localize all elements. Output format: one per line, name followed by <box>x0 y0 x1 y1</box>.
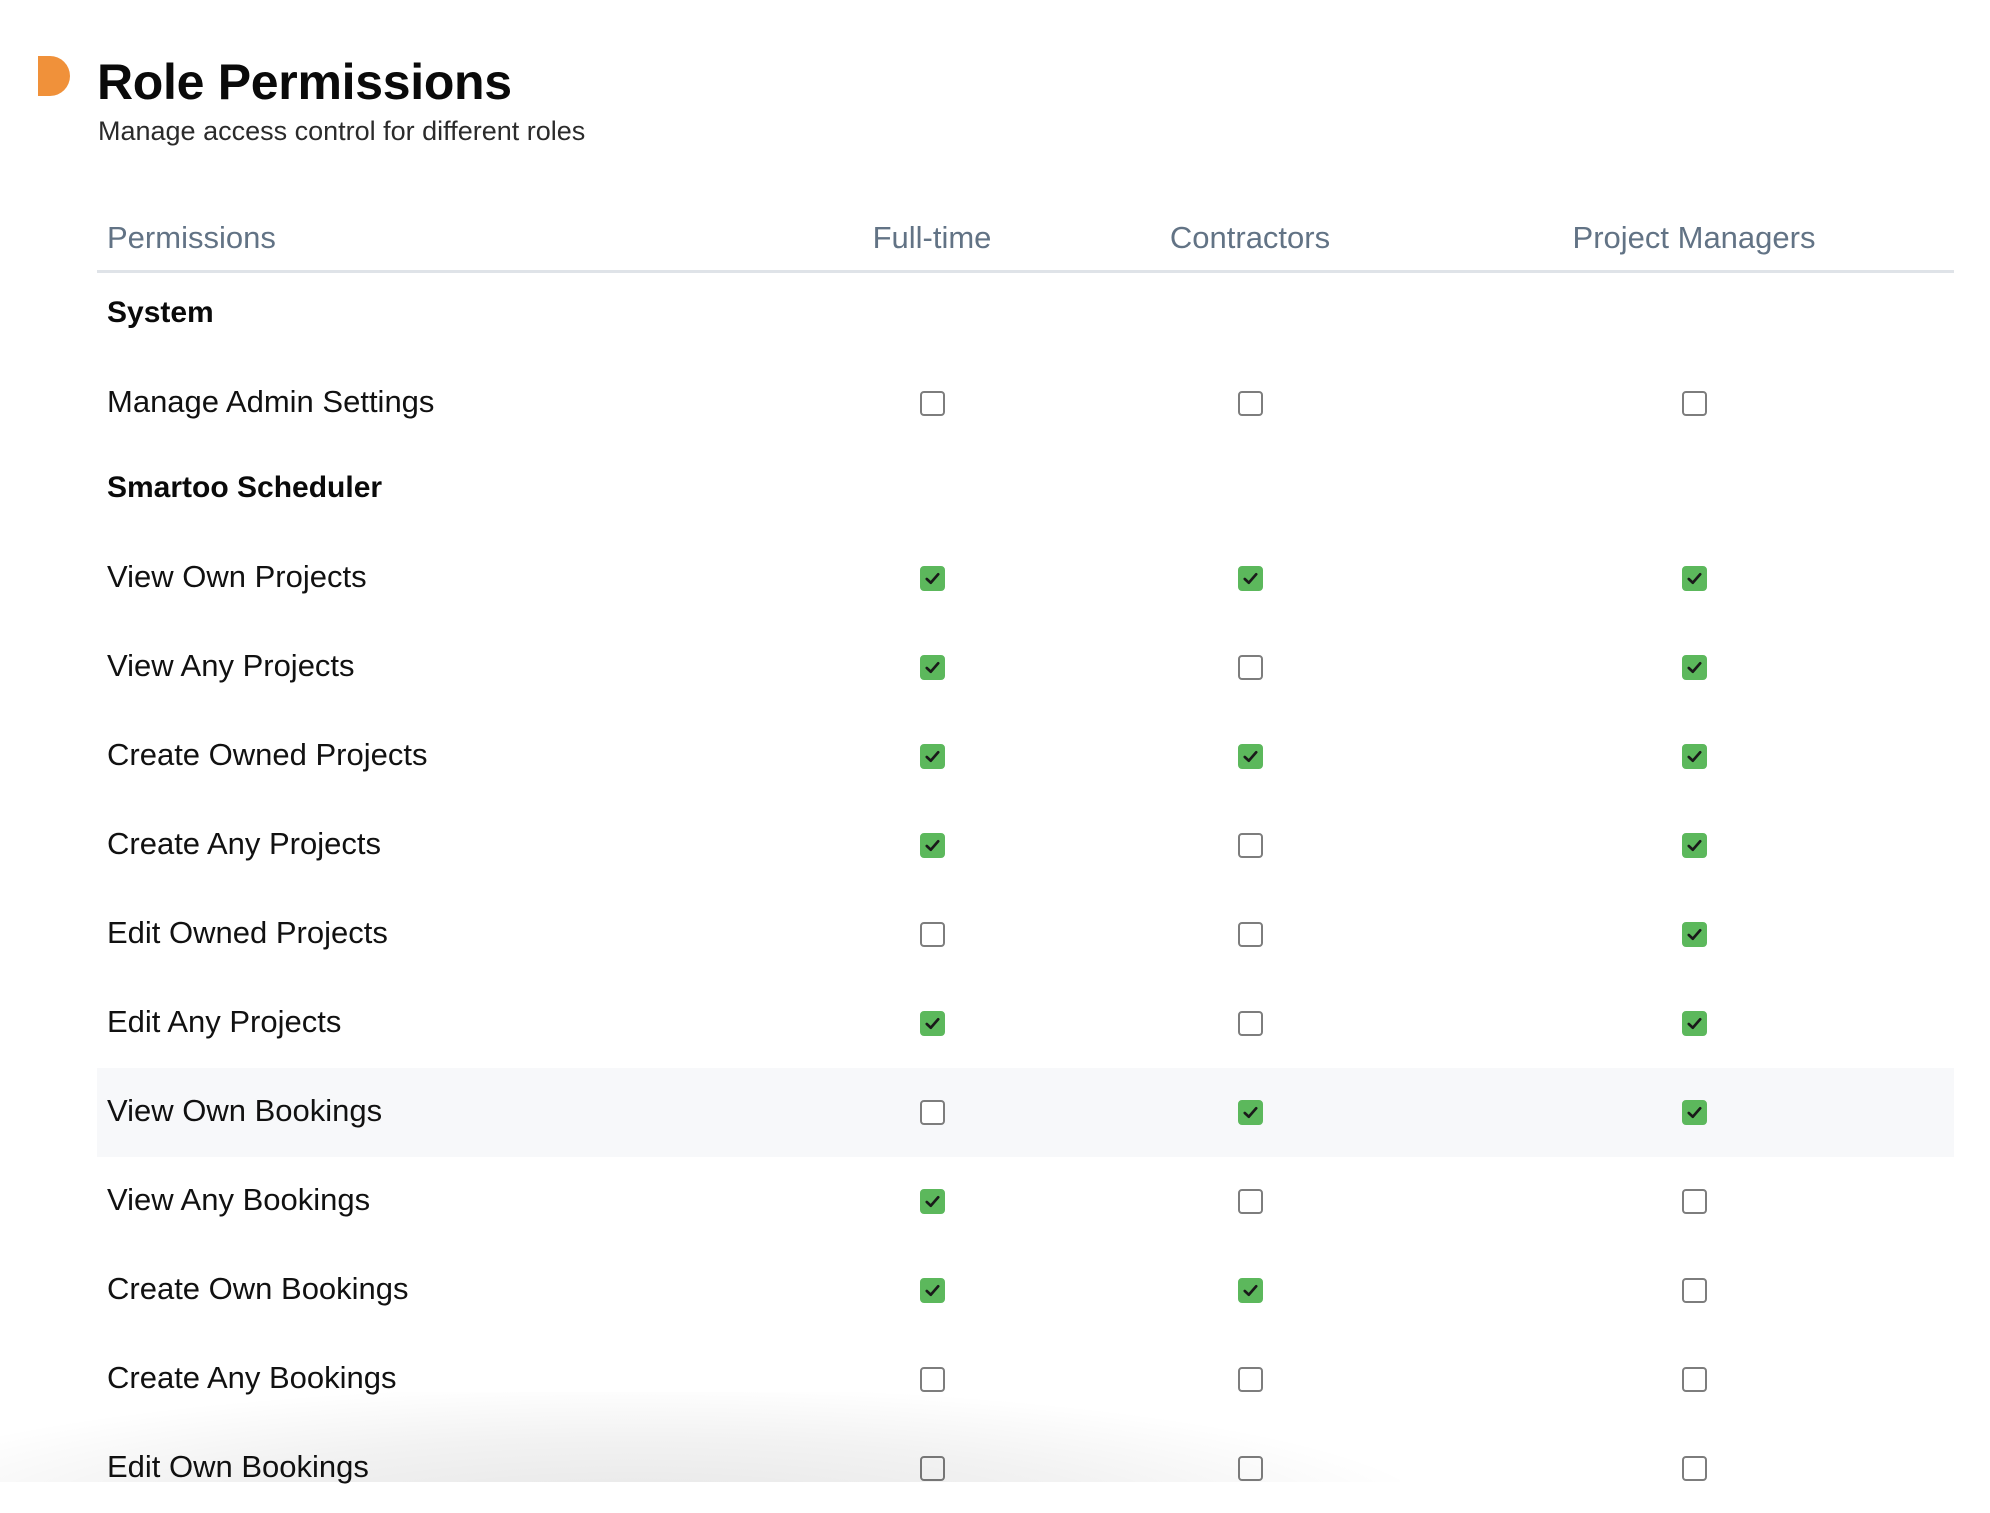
checkbox-project-managers[interactable] <box>1682 1011 1707 1036</box>
checkbox-project-managers[interactable] <box>1682 1278 1707 1303</box>
permission-label: Create Own Bookings <box>107 1271 409 1306</box>
checkbox-contractors[interactable] <box>1238 1189 1263 1214</box>
section-label: System <box>107 296 214 329</box>
check-icon <box>1243 750 1258 763</box>
check-icon <box>1687 1017 1702 1030</box>
column-header-full-time: Full-time <box>872 220 992 255</box>
checkbox-project-managers[interactable] <box>1682 833 1707 858</box>
checkbox-contractors[interactable] <box>1238 1456 1263 1481</box>
checkbox-project-managers[interactable] <box>1682 566 1707 591</box>
checkbox-contractors[interactable] <box>1238 744 1263 769</box>
check-icon <box>1687 572 1702 585</box>
column-header-permissions: Permissions <box>107 220 276 255</box>
checkbox-contractors[interactable] <box>1238 1367 1263 1392</box>
checkbox-full-time[interactable] <box>920 391 945 416</box>
checkbox-contractors[interactable] <box>1238 1011 1263 1036</box>
check-icon <box>1687 928 1702 941</box>
checkbox-contractors[interactable] <box>1238 922 1263 947</box>
section-row-smartoo-scheduler: Smartoo Scheduler <box>97 448 1954 534</box>
table-row: View Own Projects <box>97 534 1954 623</box>
checkbox-project-managers[interactable] <box>1682 1456 1707 1481</box>
checkbox-full-time[interactable] <box>920 922 945 947</box>
check-icon <box>1687 750 1702 763</box>
table-row: Manage Admin Settings <box>97 359 1954 448</box>
check-icon <box>925 1017 940 1030</box>
permission-label: Create Any Projects <box>107 826 381 861</box>
checkbox-contractors[interactable] <box>1238 1100 1263 1125</box>
permission-label: Create Any Bookings <box>107 1360 397 1395</box>
table-row: Create Any Bookings <box>97 1335 1954 1424</box>
table-row: View Any Projects <box>97 623 1954 712</box>
checkbox-project-managers[interactable] <box>1682 744 1707 769</box>
permission-label: Edit Owned Projects <box>107 915 388 950</box>
checkbox-full-time[interactable] <box>920 1367 945 1392</box>
table-row: Edit Own Bookings <box>97 1424 1954 1513</box>
checkbox-contractors[interactable] <box>1238 655 1263 680</box>
brand-accent-icon <box>38 56 70 96</box>
permission-label: View Any Projects <box>107 648 355 683</box>
checkbox-full-time[interactable] <box>920 1278 945 1303</box>
check-icon <box>1243 1284 1258 1297</box>
checkbox-full-time[interactable] <box>920 1011 945 1036</box>
checkbox-contractors[interactable] <box>1238 391 1263 416</box>
check-icon <box>925 750 940 763</box>
table-row: Create Owned Projects <box>97 712 1954 801</box>
column-header-project-managers: Project Managers <box>1572 220 1816 255</box>
checkbox-contractors[interactable] <box>1238 566 1263 591</box>
checkbox-full-time[interactable] <box>920 1189 945 1214</box>
permissions-table: Permissions Full-time Contractors Projec… <box>97 206 1954 1513</box>
check-icon <box>925 1195 940 1208</box>
checkbox-full-time[interactable] <box>920 744 945 769</box>
checkbox-full-time[interactable] <box>920 1100 945 1125</box>
permission-label: View Any Bookings <box>107 1182 371 1217</box>
checkbox-project-managers[interactable] <box>1682 391 1707 416</box>
table-row: View Own Bookings <box>97 1068 1954 1157</box>
checkbox-project-managers[interactable] <box>1682 922 1707 947</box>
checkbox-full-time[interactable] <box>920 566 945 591</box>
check-icon <box>1687 1106 1702 1119</box>
checkbox-contractors[interactable] <box>1238 1278 1263 1303</box>
page-subtitle: Manage access control for different role… <box>98 116 586 146</box>
column-header-contractors: Contractors <box>1169 220 1331 255</box>
permission-label: View Own Bookings <box>107 1093 383 1128</box>
table-row: Create Own Bookings <box>97 1246 1954 1335</box>
checkbox-project-managers[interactable] <box>1682 1189 1707 1214</box>
table-row: Edit Any Projects <box>97 979 1954 1068</box>
check-icon <box>1243 1106 1258 1119</box>
checkbox-project-managers[interactable] <box>1682 1100 1707 1125</box>
table-row: Edit Owned Projects <box>97 890 1954 979</box>
check-icon <box>925 661 940 674</box>
check-icon <box>925 572 940 585</box>
check-icon <box>925 1284 940 1297</box>
check-icon <box>1687 839 1702 852</box>
checkbox-full-time[interactable] <box>920 655 945 680</box>
checkbox-contractors[interactable] <box>1238 833 1263 858</box>
page-title: Role Permissions <box>97 54 512 110</box>
table-row: Create Any Projects <box>97 801 1954 890</box>
permission-label: View Own Projects <box>107 559 367 594</box>
checkbox-project-managers[interactable] <box>1682 1367 1707 1392</box>
section-row-system: System <box>97 273 1954 359</box>
checkbox-full-time[interactable] <box>920 1456 945 1481</box>
checkbox-project-managers[interactable] <box>1682 655 1707 680</box>
check-icon <box>1687 661 1702 674</box>
table-header: Permissions Full-time Contractors Projec… <box>97 206 1954 273</box>
permission-label: Create Owned Projects <box>107 737 428 772</box>
permission-label: Edit Any Projects <box>107 1004 342 1039</box>
check-icon <box>1243 572 1258 585</box>
table-body: System Manage Admin Settings Smartoo Sched… <box>97 273 1954 1513</box>
table-row: View Any Bookings <box>97 1157 1954 1246</box>
checkbox-full-time[interactable] <box>920 833 945 858</box>
permission-label: Manage Admin Settings <box>107 384 435 419</box>
section-label: Smartoo Scheduler <box>107 471 383 504</box>
check-icon <box>925 839 940 852</box>
